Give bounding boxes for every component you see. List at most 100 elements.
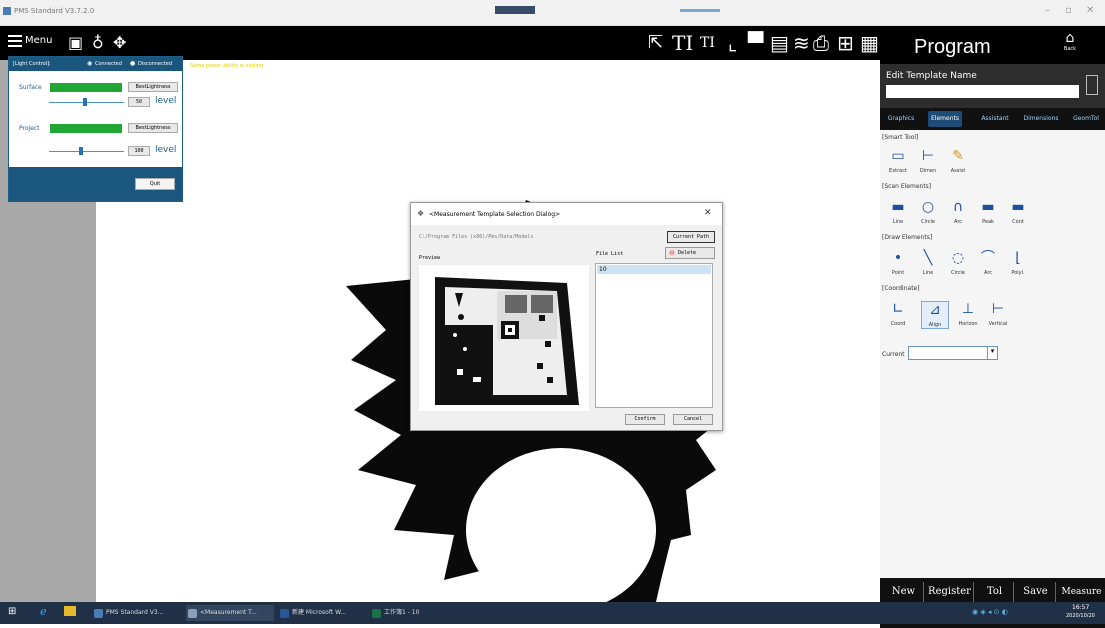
draw-line-tool[interactable]: ╲ Line	[914, 250, 942, 276]
project-slider-knob[interactable]	[79, 147, 83, 155]
program-panel: Program ⌂ Back Edit Template Name Graphi…	[880, 26, 1105, 628]
horizon-icon: ⊥	[961, 301, 975, 317]
surface-level-bar	[50, 83, 122, 92]
vertical-tool[interactable]: ⊢ Vertical	[984, 301, 1012, 327]
tab-elements[interactable]: Elements	[928, 111, 962, 127]
current-path-button[interactable]: Current Path	[667, 231, 715, 243]
delete-button[interactable]: ⊖ Delete	[665, 247, 715, 259]
radio-disconnected[interactable]: ●	[130, 60, 135, 67]
program-title: Program	[914, 36, 991, 58]
draw-polyline-tool[interactable]: ⌊ Polyl.	[1004, 250, 1032, 276]
connected-label: Connected	[95, 61, 122, 67]
quit-button[interactable]: Quit	[135, 178, 175, 190]
preview-label: Preview	[419, 255, 441, 261]
draw-elements-label: [Draw Elements]	[882, 234, 933, 241]
project-slider-track[interactable]	[49, 151, 124, 152]
register-button[interactable]: Register	[926, 582, 974, 602]
scan-cont-tool[interactable]: ▬ Cont	[1004, 199, 1032, 225]
scan-circle-tool[interactable]: ○ Circle	[914, 199, 942, 225]
assist-tool[interactable]: ✎ Assist	[944, 148, 972, 174]
project-label: Project	[19, 125, 40, 132]
draw-circle-tool[interactable]: ◌ Circle	[944, 250, 972, 276]
dialog-title-bar: ❖ <Measurement Template Selection Dialog…	[411, 203, 722, 225]
align-tool[interactable]: ⊿ Align	[921, 301, 949, 329]
edge-icon[interactable]: ℯ	[40, 605, 47, 618]
measure-button[interactable]: Measure	[1058, 582, 1105, 602]
window-icon[interactable]: ▀	[748, 31, 763, 55]
text-large-icon[interactable]: TI	[672, 31, 693, 55]
arc-icon: ⌒	[981, 250, 995, 266]
light-control-title: [Light Control]:	[13, 61, 51, 67]
surface-bestlightness-button[interactable]: BestLightness	[128, 82, 178, 92]
dimen-tool[interactable]: ⊢ Dimen	[914, 148, 942, 174]
clock-time: 16:57	[1072, 604, 1090, 611]
scan-peak-tool[interactable]: ▬ Peak	[974, 199, 1002, 225]
camera-icon[interactable]: ▣	[68, 31, 83, 55]
pms-app-icon	[94, 609, 103, 618]
project-bestlightness-button[interactable]: BestLightness	[128, 123, 178, 133]
light-control-footer: Quit	[9, 167, 182, 201]
project-value-stepper[interactable]: 100	[128, 146, 150, 156]
scan-line-tool[interactable]: ▬ Line	[884, 199, 912, 225]
path-field[interactable]: C:/Program Files (x86)/Pms/Data/Models	[419, 234, 533, 240]
file-list[interactable]: 10	[595, 263, 713, 408]
text-small-icon[interactable]: TI	[700, 31, 715, 55]
taskbar-item-excel[interactable]: 工作簿1 - 10	[370, 605, 458, 621]
main-toolbar: Menu ▣ ♁ ✥ ⇱ TI TI ⌞ ▀ ▤ ≋ ⎙ ⊞ ▦	[0, 26, 880, 60]
list-icon[interactable]: ▦	[860, 31, 879, 55]
surface-slider-knob[interactable]	[82, 98, 87, 106]
minimize-button[interactable]: –	[1045, 5, 1050, 16]
delete-icon: ⊖	[669, 249, 675, 257]
extract-icon: ▭	[891, 148, 905, 164]
tol-button[interactable]: Tol	[976, 582, 1014, 602]
scan-circle-icon: ○	[921, 199, 935, 215]
tab-graphics[interactable]: Graphics	[886, 111, 916, 127]
stack-icon[interactable]: ≋	[793, 31, 810, 55]
scan-peak-icon: ▬	[981, 199, 995, 215]
light-settings-icon[interactable]: ✥	[113, 31, 126, 55]
template-save-icon[interactable]	[1086, 75, 1098, 95]
maximize-button[interactable]: ▫	[1065, 5, 1072, 16]
tray-icons[interactable]: ◉ ◈ ◂ ⊙ ◐	[972, 608, 1008, 616]
radio-connected[interactable]: ◉	[87, 60, 92, 67]
camera-tool-icon[interactable]: ⎙	[813, 31, 829, 55]
file-explorer-icon[interactable]	[64, 606, 76, 616]
os-title-bar: PMS Standard V3.7.2.0 – ▫ ✕	[0, 0, 1105, 26]
back-button[interactable]: ⌂ Back	[1058, 30, 1082, 60]
scan-arc-tool[interactable]: ∩ Arc	[944, 199, 972, 225]
cursor-arrow-icon[interactable]: ⇱	[648, 31, 663, 55]
coord-tool[interactable]: ∟ Coord	[884, 301, 912, 327]
surface-value-stepper[interactable]: 50	[128, 97, 150, 107]
taskbar-item-dialog[interactable]: <Measurement T...	[186, 605, 274, 621]
confirm-button[interactable]: Confirm	[625, 414, 665, 425]
project-level-label: level	[155, 145, 177, 155]
crop-icon[interactable]: ⌞	[728, 31, 737, 55]
tab-assistant[interactable]: Assistant	[978, 111, 1012, 127]
tab-geomtol[interactable]: GeomTol	[1068, 111, 1104, 127]
close-button[interactable]: ✕	[1086, 5, 1094, 16]
horizon-tool[interactable]: ⊥ Horizon	[954, 301, 982, 327]
file-list-label: File List	[596, 251, 624, 257]
draw-point-tool[interactable]: • Point	[884, 250, 912, 276]
extract-tool[interactable]: ▭ Extract	[884, 148, 912, 174]
report-icon[interactable]: ▤	[770, 31, 789, 55]
dialog-close-icon[interactable]: ✕	[704, 208, 712, 218]
lightbulb-icon[interactable]: ♁	[92, 31, 104, 55]
template-name-input[interactable]	[886, 85, 1079, 98]
menu-label: Menu	[25, 35, 53, 46]
grid-icon[interactable]: ⊞	[837, 31, 854, 55]
cancel-button[interactable]: Cancel	[673, 414, 713, 425]
excel-icon	[372, 609, 381, 618]
start-icon[interactable]: ⊞	[8, 606, 16, 617]
taskbar-item-word[interactable]: 新建 Microsoft W...	[278, 605, 366, 621]
save-button[interactable]: Save	[1016, 582, 1056, 602]
draw-arc-tool[interactable]: ⌒ Arc	[974, 250, 1002, 276]
light-message: Some power ability in setting	[190, 63, 264, 69]
taskbar-item-pms[interactable]: PMS Standard V3...	[92, 605, 180, 621]
chevron-down-icon: ▾	[987, 347, 997, 359]
new-button[interactable]: New	[884, 582, 924, 602]
current-select[interactable]: ▾	[908, 346, 998, 360]
file-list-item[interactable]: 10	[597, 265, 711, 274]
line-icon: ╲	[923, 250, 933, 266]
tab-dimensions[interactable]: Dimensions	[1020, 111, 1062, 127]
